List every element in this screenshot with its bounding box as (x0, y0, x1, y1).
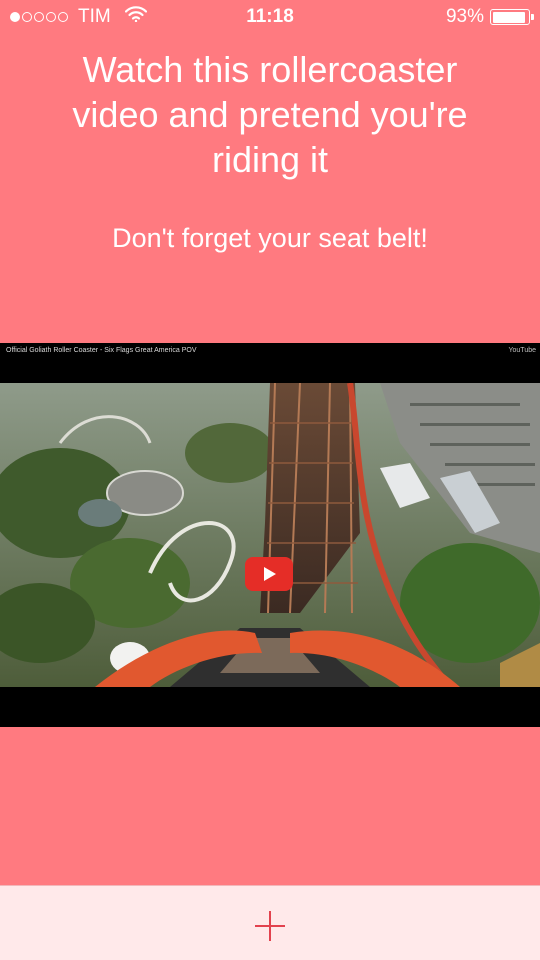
youtube-play-icon (245, 557, 293, 591)
plus-icon (255, 911, 285, 941)
play-button[interactable] (245, 557, 293, 591)
page-title: Watch this rollercoaster video and prete… (72, 49, 468, 180)
battery-level (492, 11, 526, 23)
status-right: 93% (445, 6, 534, 28)
battery-percentage: 93% (445, 6, 484, 27)
app-screen: TIM 11:18 93% Watch this rollercoaster v… (0, 0, 540, 960)
bottom-toolbar (0, 885, 540, 960)
status-bar: TIM 11:18 93% (0, 0, 540, 36)
battery-icon (490, 9, 534, 25)
rollercoaster-thumbnail-image (0, 383, 540, 687)
video-thumbnail[interactable] (0, 383, 540, 687)
youtube-logo[interactable]: YouTube (508, 347, 536, 354)
video-player[interactable]: Official Goliath Roller Coaster - Six Fl… (0, 343, 540, 727)
video-title[interactable]: Official Goliath Roller Coaster - Six Fl… (6, 347, 197, 354)
page-subtitle: Don't forget your seat belt! (112, 223, 428, 253)
battery-tip (531, 14, 534, 20)
add-button[interactable] (250, 906, 290, 946)
